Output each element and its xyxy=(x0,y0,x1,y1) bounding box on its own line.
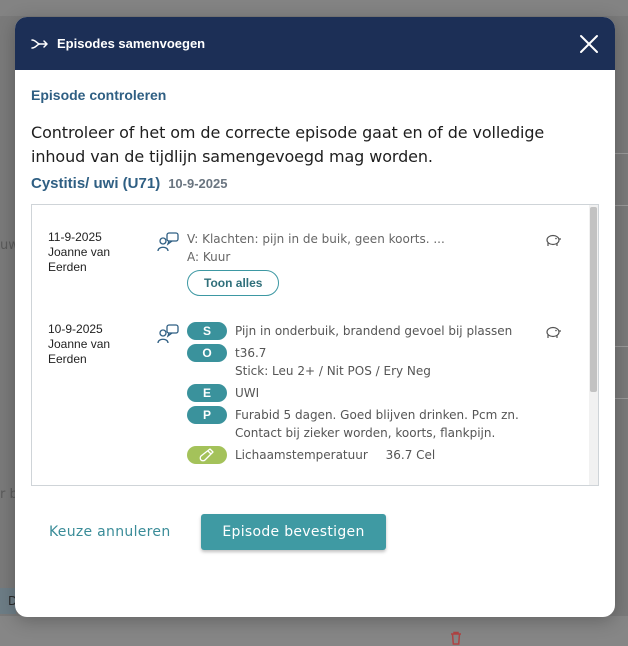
background-divider xyxy=(614,398,628,399)
entry-summary-line: A: Kuur xyxy=(187,250,231,264)
timeline-entry: 11-9-2025 Joanne van Eerden V: Klachten:… xyxy=(48,230,578,300)
show-all-button[interactable]: Toon alles xyxy=(187,270,280,296)
piggy-bank-icon[interactable] xyxy=(544,324,562,340)
soep-text: Furabid 5 dagen. Goed blijven drinken. P… xyxy=(235,408,519,422)
background-divider xyxy=(614,153,628,154)
soep-text: UWI xyxy=(235,386,260,400)
soep-badge: P xyxy=(187,406,227,424)
soep-text: t36.7 xyxy=(235,346,267,360)
measurement-badge xyxy=(187,446,227,464)
entry-summary-line: V: Klachten: pijn in de buik, geen koort… xyxy=(187,232,445,246)
soep-badge: S xyxy=(187,322,227,340)
trash-icon xyxy=(448,630,466,646)
test-tube-icon xyxy=(199,448,214,462)
soep-row-e: E UWI xyxy=(187,384,547,402)
soep-row-p: P Furabid 5 dagen. Goed blijven drinken.… xyxy=(187,406,547,442)
soep-text: Stick: Leu 2+ / Nit POS / Ery Neg xyxy=(235,364,431,378)
timeline-panel[interactable]: 11-9-2025 Joanne van Eerden V: Klachten:… xyxy=(31,204,599,486)
episode-date: 10-9-2025 xyxy=(168,176,228,191)
dialog-title: Episodes samenvoegen xyxy=(57,36,206,51)
timeline-entry: 10-9-2025 Joanne van Eerden S Pijn in on… xyxy=(48,322,578,482)
soep-badge: O xyxy=(187,344,227,362)
close-icon xyxy=(580,34,598,53)
consultation-icon xyxy=(156,324,180,344)
scrollbar-thumb[interactable] xyxy=(590,207,597,392)
background-divider xyxy=(614,346,628,347)
soep-text: Contact bij zieker worden, koorts, flank… xyxy=(235,426,496,440)
entry-date: 10-9-2025 xyxy=(48,322,103,336)
merge-episodes-dialog: Episodes samenvoegen Episode controleren… xyxy=(15,17,615,617)
intro-text: Controleer of het om de correcte episode… xyxy=(31,123,545,166)
soep-badge: E xyxy=(187,384,227,402)
soep-row-s: S Pijn in onderbuik, brandend gevoel bij… xyxy=(187,322,547,340)
episode-heading: Cystitis/ uwi (U71) 10-9-2025 xyxy=(31,175,599,192)
confirm-episode-button[interactable]: Episode bevestigen xyxy=(201,514,386,550)
measurement-row: Lichaamstemperatuur 36.7 Cel xyxy=(187,446,547,464)
background-app-bottom xyxy=(0,616,628,646)
section-title: Episode controleren xyxy=(31,87,167,103)
scrollbar[interactable] xyxy=(589,205,598,485)
background-app-top xyxy=(0,0,628,16)
entry-author: Joanne van Eerden xyxy=(48,337,111,366)
measurement-value: 36.7 Cel xyxy=(385,448,436,462)
piggy-bank-icon[interactable] xyxy=(544,232,562,248)
dialog-header: Episodes samenvoegen xyxy=(15,17,615,70)
measurement-label: Lichaamstemperatuur xyxy=(235,448,368,462)
consultation-icon xyxy=(156,232,180,252)
episode-name: Cystitis/ uwi (U71) xyxy=(31,175,161,192)
cancel-choice-button[interactable]: Keuze annuleren xyxy=(49,524,171,540)
background-button-fragment: D xyxy=(0,588,17,614)
background-divider xyxy=(614,205,628,206)
close-button[interactable] xyxy=(577,32,601,56)
entry-author: Joanne van Eerden xyxy=(48,245,111,274)
soep-row-o: O t36.7 Stick: Leu 2+ / Nit POS / Ery Ne… xyxy=(187,344,547,380)
entry-date: 11-9-2025 xyxy=(48,230,102,244)
merge-arrow-icon xyxy=(31,36,49,52)
dialog-footer: Keuze annuleren Episode bevestigen xyxy=(15,514,615,554)
soep-text: Pijn in onderbuik, brandend gevoel bij p… xyxy=(235,324,513,338)
